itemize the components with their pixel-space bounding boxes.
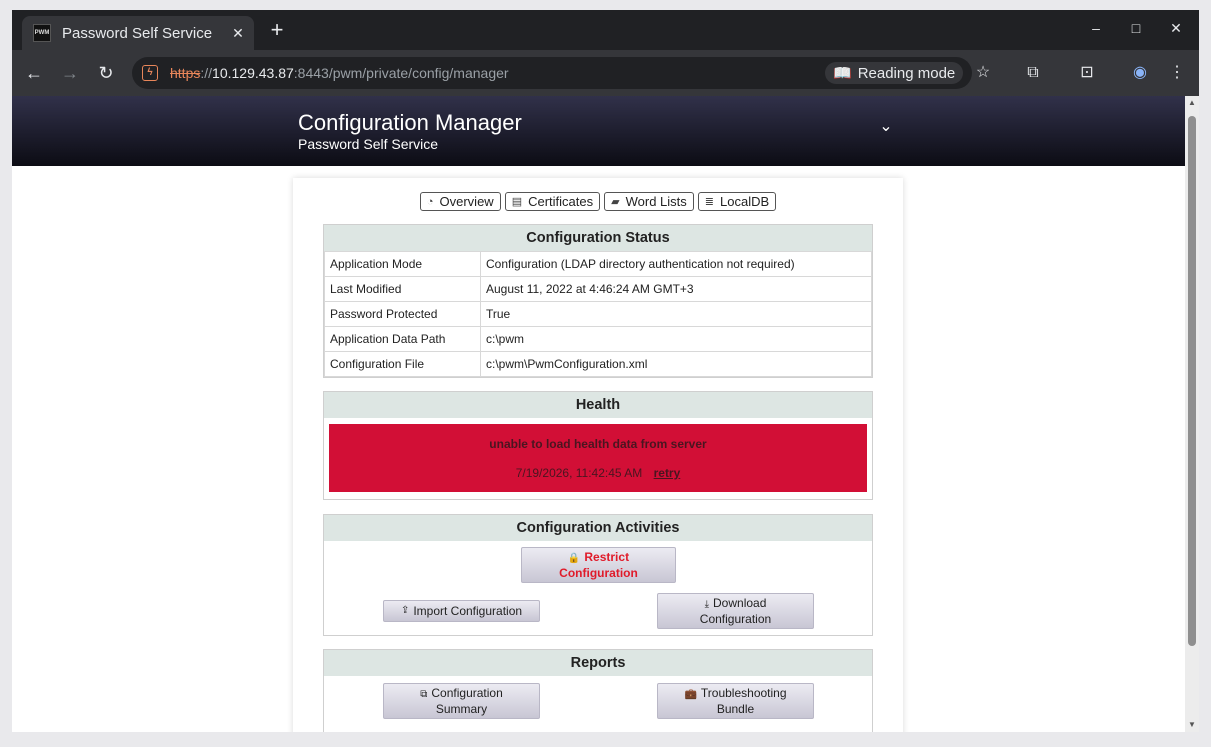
browser-window: PWM Password Self Service ✕ + – □ ✕ ← → … [12, 10, 1199, 732]
profile-icon[interactable]: ◉ [1129, 62, 1151, 84]
download-configuration-button[interactable]: ⤓ Download Configuration [657, 593, 814, 629]
briefcase-icon: 💼 [684, 689, 697, 700]
table-row: Application Mode Configuration (LDAP dire… [324, 251, 872, 277]
table-row: Password Protected True [324, 301, 872, 327]
forward-icon[interactable]: → [59, 62, 81, 84]
content-panel: ◔ Overview ▤ Certificates ▰ Word Lists ≣… [293, 178, 903, 732]
reading-mode-label: Reading mode [857, 64, 956, 82]
config-status-panel: Configuration Status Application Mode Con… [323, 224, 873, 378]
row-value: Configuration (LDAP directory authentica… [480, 251, 872, 277]
health-panel: Health unable to load health data from s… [323, 391, 873, 500]
row-value: August 11, 2022 at 4:46:24 AM GMT+3 [480, 276, 872, 302]
configuration-summary-button[interactable]: ⧉ Configuration Summary [383, 683, 540, 719]
menu-icon[interactable]: ⋮ [1166, 62, 1188, 84]
star-icon[interactable]: ☆ [972, 62, 994, 84]
configuration-summary-label: Configuration Summary [431, 686, 503, 716]
not-secure-icon[interactable]: ϟ [142, 65, 158, 81]
close-tab-icon[interactable]: ✕ [228, 25, 248, 42]
config-status-table: Application Mode Configuration (LDAP dire… [324, 251, 872, 377]
row-key: Password Protected [324, 301, 481, 327]
pwm-favicon-icon: PWM [33, 24, 51, 42]
nav-overview-label: Overview [439, 194, 494, 209]
database-icon: ≣ [704, 196, 714, 208]
new-tab-icon[interactable]: + [266, 18, 288, 42]
config-activities-title: Configuration Activities [324, 515, 872, 541]
table-row: Application Data Path c:\pwm [324, 326, 872, 352]
config-nav: ◔ Overview ▤ Certificates ▰ Word Lists ≣… [293, 192, 903, 211]
health-title: Health [324, 392, 872, 418]
import-configuration-label: Import Configuration [413, 604, 523, 618]
scroll-up-icon[interactable]: ▲ [1185, 96, 1199, 110]
maximize-icon[interactable]: □ [1126, 20, 1146, 36]
config-status-title: Configuration Status [324, 225, 872, 251]
nav-localdb-label: LocalDB [720, 194, 770, 209]
nav-wordlists-label: Word Lists [625, 194, 687, 209]
page-title: Configuration Manager [298, 110, 522, 135]
close-window-icon[interactable]: ✕ [1166, 20, 1186, 37]
tab-title: Password Self Service [62, 24, 213, 42]
row-value: True [480, 301, 872, 327]
url-text[interactable]: https://10.129.43.87:8443/pwm/private/co… [170, 65, 509, 81]
page-subtitle: Password Self Service [298, 136, 439, 152]
browser-tab[interactable]: PWM Password Self Service ✕ [22, 16, 254, 50]
page-scrollbar[interactable]: ▲ ▼ [1185, 96, 1199, 732]
upload-icon: ⇪ [400, 605, 410, 616]
back-icon[interactable]: ← [23, 62, 45, 84]
file-icon: ▤ [511, 196, 523, 208]
reports-panel: Reports ⧉ Configuration Summary 💼 Troubles… [323, 649, 873, 732]
table-row: Last Modified August 11, 2022 at 4:46:24 … [324, 276, 872, 302]
health-error-box: unable to load health data from server 7… [329, 424, 867, 492]
health-timestamp-line: 7/19/2026, 11:42:45 AM retry [329, 466, 867, 480]
reading-mode-button[interactable]: 📖 Reading mode [825, 62, 964, 84]
page-viewport: Configuration Manager Password Self Serv… [12, 96, 1185, 732]
chevron-down-icon[interactable]: ⌄ [876, 116, 896, 136]
restrict-configuration-button[interactable]: 🔒 Restrict Configuration [521, 547, 676, 583]
download-icon: ⤓ [704, 599, 710, 610]
reports-title: Reports [324, 650, 872, 676]
retry-link[interactable]: retry [654, 466, 681, 480]
nav-overview-button[interactable]: ◔ Overview [419, 192, 501, 211]
scroll-down-icon[interactable]: ▼ [1185, 718, 1199, 732]
book-icon: 📖 [833, 65, 852, 82]
row-value: c:\pwm\PwmConfiguration.xml [480, 351, 872, 377]
health-timestamp: 7/19/2026, 11:42:45 AM [515, 466, 643, 480]
table-row: Configuration File c:\pwm\PwmConfiguratio… [324, 351, 872, 377]
nav-certificates-label: Certificates [528, 194, 594, 209]
health-message: unable to load health data from server [489, 437, 707, 451]
row-value: c:\pwm [480, 326, 872, 352]
minimize-icon[interactable]: – [1086, 20, 1106, 36]
dashboard-icon: ◔ [426, 195, 434, 208]
nav-wordlists-button[interactable]: ▰ Word Lists [604, 192, 694, 211]
nav-certificates-button[interactable]: ▤ Certificates [504, 192, 601, 211]
scroll-thumb[interactable] [1188, 116, 1196, 646]
extensions-icon[interactable]: ⧉ [1022, 62, 1044, 84]
row-key: Application Mode [324, 251, 481, 277]
pwm-header: Configuration Manager Password Self Serv… [12, 96, 1185, 166]
config-activities-panel: Configuration Activities 🔒 Restrict Confi… [323, 514, 873, 636]
reload-icon[interactable]: ↻ [95, 62, 117, 84]
book-icon: ▰ [611, 196, 620, 208]
copy-icon: ⧉ [420, 689, 428, 700]
row-key: Configuration File [324, 351, 481, 377]
row-key: Last Modified [324, 276, 481, 302]
row-key: Application Data Path [324, 326, 481, 352]
tab-search-icon[interactable]: ⊡ [1076, 62, 1098, 84]
download-configuration-label: Download Configuration [699, 596, 772, 626]
import-configuration-button[interactable]: ⇪ Import Configuration [383, 600, 540, 622]
troubleshooting-bundle-label: Troubleshooting Bundle [700, 686, 787, 716]
browser-toolbar: ← → ↻ ϟ https://10.129.43.87:8443/pwm/pr… [12, 50, 1199, 96]
nav-localdb-button[interactable]: ≣ LocalDB [697, 192, 777, 211]
lock-icon: 🔒 [567, 553, 581, 564]
troubleshooting-bundle-button[interactable]: 💼 Troubleshooting Bundle [657, 683, 814, 719]
tab-strip: PWM Password Self Service ✕ + – □ ✕ [12, 10, 1199, 50]
